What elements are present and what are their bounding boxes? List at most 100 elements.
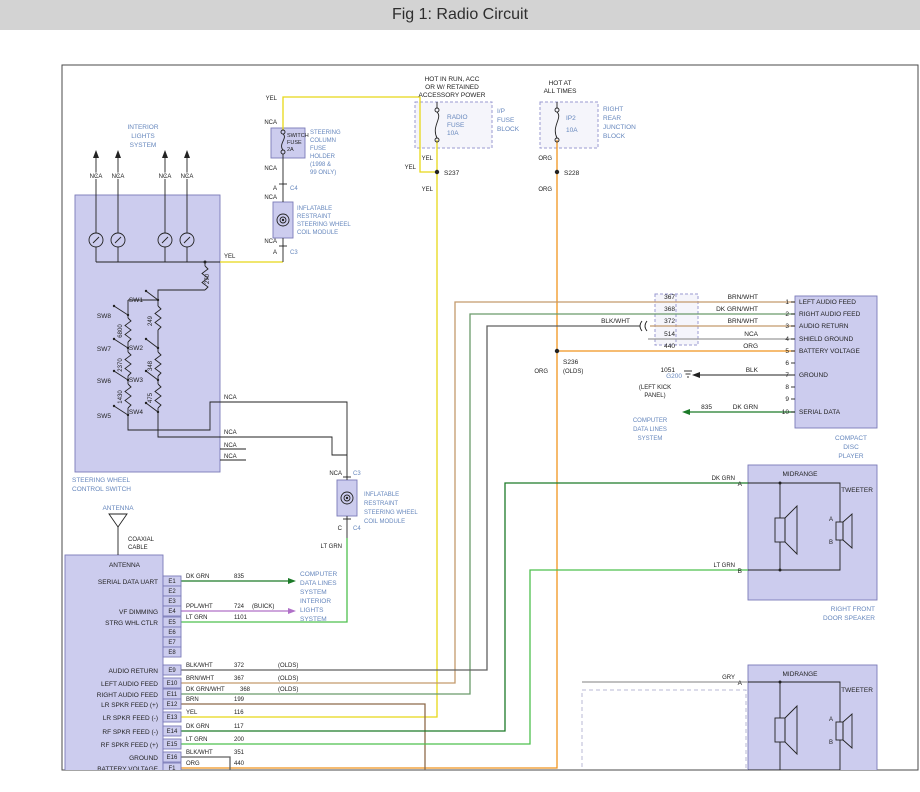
terminal-a: A — [273, 186, 277, 192]
splice-label-s228: S228 — [564, 170, 580, 177]
wire-color: BLK/WHT — [186, 750, 213, 756]
wire-color: YEL — [186, 710, 198, 716]
ground-location: (LEFT KICK — [639, 385, 671, 391]
speaker-terminal-a: A — [738, 680, 743, 687]
radio-pin: E3 — [168, 599, 176, 605]
wire-ltgrn-200 — [181, 570, 748, 744]
coil-spiral-center — [346, 497, 348, 499]
speaker-tweeter-label: TWEETER — [841, 487, 873, 494]
radio-pin: E4 — [168, 609, 176, 615]
radio-pin: E11 — [167, 692, 178, 698]
circuit-number: 440 — [234, 761, 245, 767]
wire-label-yel: YEL — [224, 254, 236, 260]
cd-pin-label: RIGHT AUDIO FEED — [799, 311, 861, 318]
up-arrow-icon — [184, 150, 190, 158]
computer-data-lines-label: SYSTEM — [638, 436, 663, 442]
cd-pin-label: LEFT AUDIO FEED — [799, 299, 856, 306]
coil-module-label: STEERING WHEEL — [364, 510, 418, 516]
resistor-value: 249 — [148, 315, 154, 326]
terminal-a: A — [273, 250, 277, 256]
circuit-number: 368 — [664, 306, 675, 313]
coax-label: COAXIAL — [128, 537, 155, 543]
wire-label-org: ORG — [534, 369, 548, 375]
hot-label: HOT IN RUN, ACC — [425, 76, 480, 83]
coil-module-label: COIL MODULE — [297, 230, 338, 236]
wire-color: DK GRN/WHT — [186, 687, 225, 693]
switch-label-sw7: SW7 — [97, 346, 111, 353]
cd-pin-label: AUDIO RETURN — [799, 323, 849, 330]
speaker-name: RIGHT FRONT — [831, 606, 875, 613]
inline-splice-arc — [645, 321, 647, 331]
radio-fuse-label: FUSE — [447, 122, 465, 129]
interior-lights-label: INTERIOR — [127, 124, 158, 131]
radio-func: SERIAL DATA UART — [98, 579, 158, 586]
connector-c3: C3 — [290, 250, 298, 256]
cd-pin-num: 6 — [785, 360, 789, 367]
switch-label-sw4: SW4 — [129, 409, 143, 416]
wire-label-nca: NCA — [224, 430, 237, 436]
wire-label-nca: NCA — [264, 166, 277, 172]
wire-color: BRN/WHT — [186, 676, 214, 682]
left-arrow-icon — [692, 372, 700, 378]
resistor-value: 348 — [148, 360, 154, 371]
speaker-tweeter-label: TWEETER — [841, 687, 873, 694]
wire-color: BRN — [186, 697, 199, 703]
circuit-number: 440 — [664, 343, 675, 350]
hot-label: ACCESSORY POWER — [419, 92, 486, 99]
computer-data-lines-label: DATA LINES — [633, 427, 667, 433]
radio-func: AUDIO RETURN — [109, 668, 159, 675]
rr-junction-label: BLOCK — [603, 133, 626, 140]
computer-data-lines-label: COMPUTER — [300, 571, 338, 578]
radio-pin: E10 — [167, 681, 178, 687]
circuit-number: 116 — [234, 710, 244, 716]
hot-label: OR W/ RETAINED — [425, 84, 479, 91]
radio-func: VF DIMMING — [119, 609, 158, 616]
bottom-dashed-region — [582, 690, 746, 778]
resistor-value: 2370 — [118, 358, 124, 372]
wire-label-nca: NCA — [329, 471, 342, 477]
interior-lights-label: LIGHTS — [131, 133, 155, 140]
circuit-number: 351 — [234, 750, 245, 756]
splice-note-olds: (OLDS) — [563, 369, 583, 375]
left-arrow-icon — [682, 409, 690, 415]
wire-label-nca: NCA — [264, 239, 277, 245]
radio-pin: E16 — [167, 755, 178, 761]
wire-label-nca: NCA — [112, 174, 125, 180]
coil-module-label: INFLATABLE — [364, 492, 399, 498]
radio-func: GROUND — [129, 755, 158, 762]
interior-lights-label: LIGHTS — [300, 607, 324, 614]
steering-switch-name: STEERING WHEEL — [72, 477, 131, 484]
switch-fuse-label: SWITCH — [287, 133, 309, 139]
circuit-number: 514 — [664, 331, 675, 338]
wire-label-yel: YEL — [422, 156, 434, 162]
cd-pin-label: GROUND — [799, 372, 828, 379]
wire-color: DK GRN — [733, 404, 759, 411]
radio-fuse-label: RADIO — [447, 114, 468, 121]
cd-pin-label: SERIAL DATA — [799, 409, 841, 416]
radio-pin: E6 — [168, 630, 176, 636]
cd-pin-num: 1 — [785, 299, 789, 306]
wire-nca-switch-out-1 — [220, 402, 347, 480]
ground-icon-g200 — [684, 371, 692, 377]
inline-splice-arc — [640, 321, 642, 331]
tweeter-terminal-a: A — [829, 717, 833, 723]
wire-color: DK GRN — [186, 724, 209, 730]
radio-func: LR SPKR FEED (-) — [103, 715, 158, 722]
cd-pin-label: SHIELD GROUND — [799, 336, 853, 343]
wire-color: BLK/WHT — [186, 663, 213, 669]
diagram-content: INTERIOR LIGHTS SYSTEM NCA NCA NCA NCA S… — [65, 76, 877, 778]
resistor-value: 6800 — [118, 324, 124, 338]
radio-func: RIGHT AUDIO FEED — [97, 692, 159, 699]
radio-circuit-diagram: INTERIOR LIGHTS SYSTEM NCA NCA NCA NCA S… — [0, 0, 920, 792]
radio-func: RF SPKR FEED (+) — [101, 742, 158, 749]
fuse-holder-label: FUSE — [310, 146, 326, 152]
terminal-c: C — [338, 526, 343, 532]
speaker-midrange-label: MIDRANGE — [782, 471, 818, 478]
cd-pin-num: 10 — [782, 409, 790, 416]
switch-fuse-label: 2A — [287, 147, 294, 153]
cd-pin-num: 8 — [785, 384, 789, 391]
radio-pin: E5 — [168, 620, 176, 626]
fuse-holder-label: 99 ONLY) — [310, 170, 336, 176]
wire-color: DK GRN/WHT — [716, 306, 758, 313]
up-arrow-icon — [162, 150, 168, 158]
